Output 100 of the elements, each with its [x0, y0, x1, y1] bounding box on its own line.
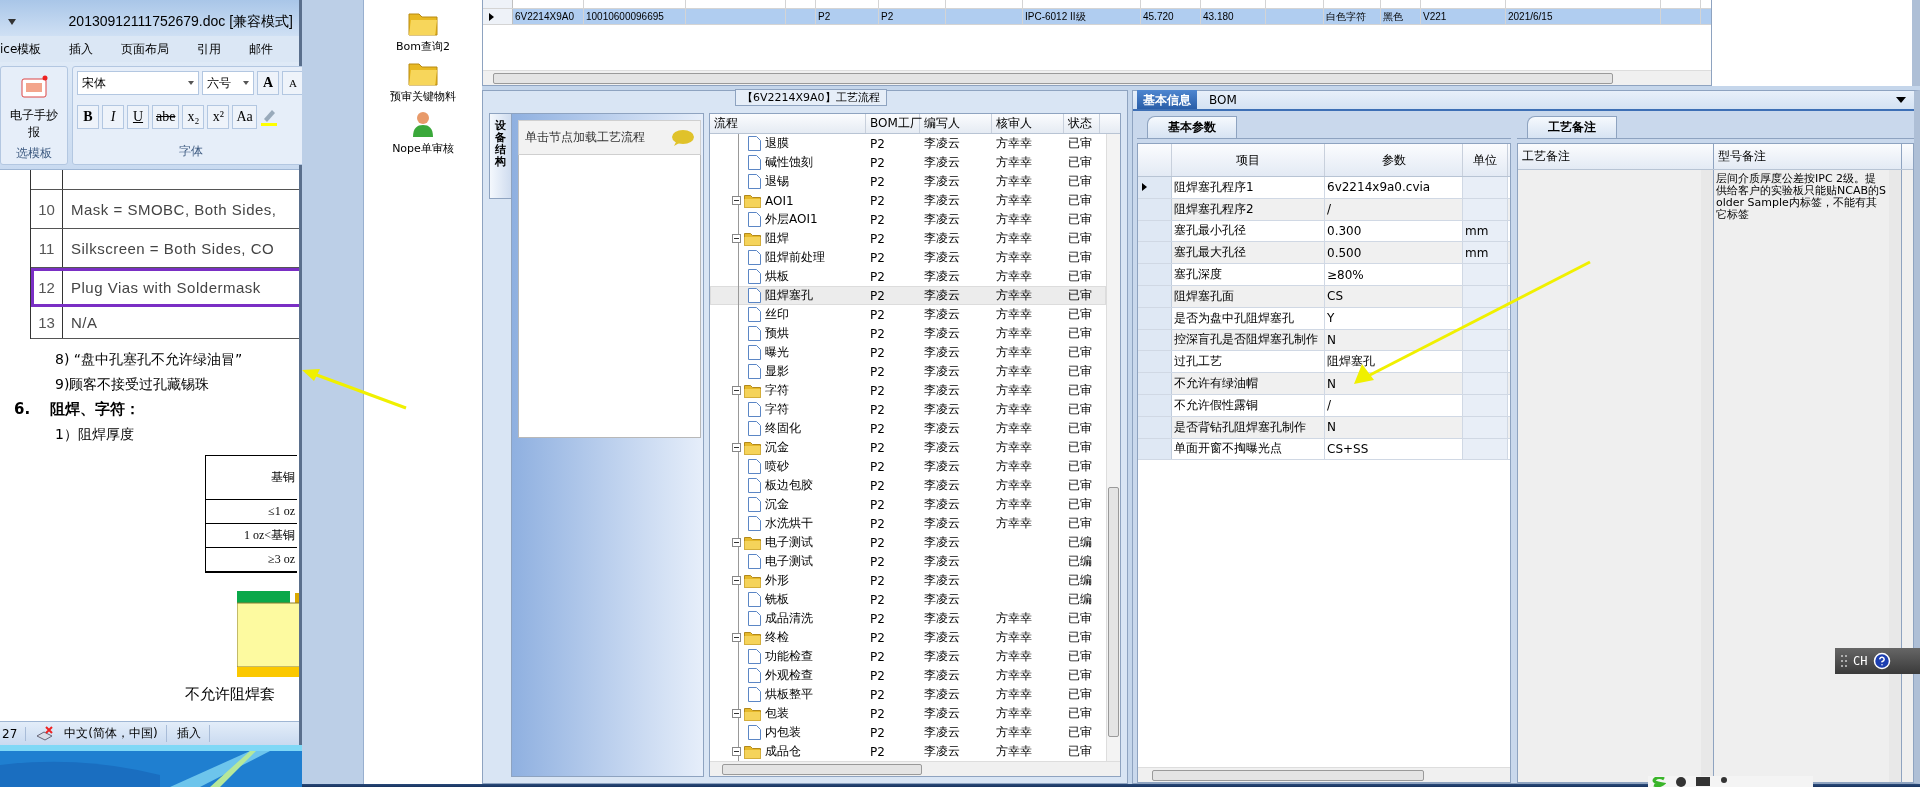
- row-header[interactable]: [1138, 177, 1172, 198]
- spellcheck-icon[interactable]: [36, 725, 55, 742]
- column-header[interactable]: BOM工厂: [866, 114, 920, 133]
- collapse-icon[interactable]: [732, 747, 741, 756]
- format-button[interactable]: x₂: [182, 105, 205, 129]
- format-button[interactable]: abe: [152, 105, 180, 129]
- collapse-icon[interactable]: [732, 633, 741, 642]
- format-button[interactable]: x²: [207, 105, 230, 129]
- tree-row[interactable]: 电子测试 P2 李凌云 已编: [710, 533, 1106, 552]
- font-name-field[interactable]: 宋体: [77, 71, 199, 95]
- tree-row[interactable]: 水洗烘干 P2 李凌云 方幸幸 已审: [710, 514, 1106, 533]
- tree-row[interactable]: 内包装 P2 李凌云 方幸幸 已审: [710, 723, 1106, 742]
- grid-row[interactable]: 6V2214X9A0 10010600096695 P2 P2 IPC-6012 II级 45.720 43.180 白色字符 黑色 V221 2021/6/15: [483, 9, 1711, 25]
- tree-row[interactable]: 板边包胶 P2 李凌云 方幸幸 已审: [710, 476, 1106, 495]
- collapse-icon[interactable]: [732, 443, 741, 452]
- table-cell-text: 方幸幸: [995, 363, 1033, 380]
- scrollbar[interactable]: [1889, 170, 1901, 782]
- tree-row[interactable]: 成品仓 P2 李凌云 方幸幸 已审: [710, 742, 1106, 761]
- tree-row[interactable]: 退膜 P2 李凌云 方幸幸 已审: [710, 134, 1106, 153]
- column-header[interactable]: 状态: [1064, 114, 1100, 133]
- help-icon[interactable]: [1873, 652, 1892, 670]
- tab[interactable]: 工艺备注: [1527, 116, 1617, 138]
- sidebar-item[interactable]: 预审关键物料: [390, 60, 456, 104]
- scrollbar[interactable]: [710, 761, 1120, 776]
- collapse-icon[interactable]: [732, 196, 741, 205]
- caret-icon[interactable]: [8, 19, 16, 25]
- circle-icon[interactable]: [1676, 776, 1686, 787]
- format-button[interactable]: B: [77, 105, 99, 129]
- format-button[interactable]: U: [127, 105, 149, 129]
- collapse-icon[interactable]: [732, 709, 741, 718]
- tree-row[interactable]: 曝光 P2 李凌云 方幸幸 已审: [710, 343, 1106, 362]
- tree-row[interactable]: 外形 P2 李凌云 已编: [710, 571, 1106, 590]
- table-cell-text: 李凌云: [923, 458, 961, 475]
- tree-row[interactable]: 阻焊塞孔 P2 李凌云 方幸幸 已审: [710, 286, 1106, 305]
- tree-row[interactable]: 沉金 P2 李凌云 方幸幸 已审: [710, 438, 1106, 457]
- tree-row[interactable]: 电子测试 P2 李凌云 已编: [710, 552, 1106, 571]
- tree-row[interactable]: 终检 P2 李凌云 方幸幸 已审: [710, 628, 1106, 647]
- format-button[interactable]: I: [102, 105, 124, 129]
- ribbon-tab[interactable]: 引用: [197, 40, 222, 58]
- tree-row[interactable]: 烘板 P2 李凌云 方幸幸 已审: [710, 267, 1106, 286]
- scrollbar[interactable]: [1138, 767, 1510, 782]
- scrollbar[interactable]: [1106, 134, 1120, 761]
- tree-row[interactable]: AOI1 P2 李凌云 方幸幸 已审: [710, 191, 1106, 210]
- highlight-icon[interactable]: [259, 107, 278, 127]
- shrink-font-button[interactable]: A: [282, 71, 304, 95]
- tree-row[interactable]: 终固化 P2 李凌云 方幸幸 已审: [710, 419, 1106, 438]
- scrollbar[interactable]: [483, 70, 1711, 85]
- collapse-icon[interactable]: [732, 538, 741, 547]
- sidebar-item[interactable]: Bom查询2: [396, 10, 450, 54]
- tree-row[interactable]: 喷砂 P2 李凌云 方幸幸 已审: [710, 457, 1106, 476]
- table-cell-text: 已审: [1067, 173, 1093, 190]
- column-header[interactable]: 项目: [1172, 144, 1325, 176]
- tree-row[interactable]: 预烘 P2 李凌云 方幸幸 已审: [710, 324, 1106, 343]
- ribbon-tab[interactable]: 插入: [69, 40, 94, 58]
- column-header[interactable]: 核审人: [992, 114, 1064, 133]
- dropdown-icon[interactable]: [1896, 97, 1906, 103]
- tab[interactable]: BOM: [1203, 90, 1243, 109]
- table-cell-text: P2: [869, 211, 886, 229]
- table-cell-text: P2: [869, 553, 886, 571]
- format-button[interactable]: Aa: [232, 105, 257, 129]
- language-indicator[interactable]: CH: [1853, 654, 1868, 668]
- tree-row[interactable]: 字符 P2 李凌云 方幸幸 已审: [710, 400, 1106, 419]
- column-header[interactable]: 型号备注: [1714, 144, 1902, 169]
- tree-row[interactable]: 外层AOI1 P2 李凌云 方幸幸 已审: [710, 210, 1106, 229]
- column-header[interactable]: 流程: [710, 114, 866, 133]
- row-number: 12: [31, 268, 63, 306]
- tree-row[interactable]: 铣板 P2 李凌云 已编: [710, 590, 1106, 609]
- tree-row[interactable]: 退锡 P2 李凌云 方幸幸 已审: [710, 172, 1106, 191]
- grip-icon[interactable]: [1841, 654, 1847, 668]
- tab[interactable]: 基本信息: [1137, 90, 1197, 109]
- tree-row[interactable]: 阻焊 P2 李凌云 方幸幸 已审: [710, 229, 1106, 248]
- tree-row[interactable]: 字符 P2 李凌云 方幸幸 已审: [710, 381, 1106, 400]
- tree-row[interactable]: 碱性蚀刻 P2 李凌云 方幸幸 已审: [710, 153, 1106, 172]
- column-header[interactable]: 参数: [1325, 144, 1463, 176]
- collapse-icon[interactable]: [732, 234, 741, 243]
- tree-row[interactable]: 成品清洗 P2 李凌云 方幸幸 已审: [710, 609, 1106, 628]
- ribbon-tab[interactable]: 页面布局: [121, 40, 170, 58]
- tree-row[interactable]: 烘板整平 P2 李凌云 方幸幸 已审: [710, 685, 1106, 704]
- column-header[interactable]: 工艺备注: [1518, 144, 1714, 169]
- tab[interactable]: 基本参数: [1147, 116, 1237, 138]
- table-cell-text: 已审: [1067, 477, 1093, 494]
- table-cell-text: 已编: [1067, 553, 1093, 570]
- tree-row[interactable]: 显影 P2 李凌云 方幸幸 已审: [710, 362, 1106, 381]
- template-button[interactable]: 电子手抄报: [5, 71, 63, 145]
- font-size-field[interactable]: 六号: [202, 71, 254, 95]
- column-header[interactable]: 单位: [1463, 144, 1508, 176]
- tree-row[interactable]: 沉金 P2 李凌云 方幸幸 已审: [710, 495, 1106, 514]
- ribbon-tab[interactable]: 邮件: [249, 40, 274, 58]
- tree-row[interactable]: 外观检查 P2 李凌云 方幸幸 已审: [710, 666, 1106, 685]
- sidebar-item[interactable]: Nope单审核: [392, 110, 454, 156]
- ribbon-tab[interactable]: ice模板: [0, 40, 42, 58]
- tree-row[interactable]: 丝印 P2 李凌云 方幸幸 已审: [710, 305, 1106, 324]
- tree-row[interactable]: 阻焊前处理 P2 李凌云 方幸幸 已审: [710, 248, 1106, 267]
- grow-font-button[interactable]: A: [257, 71, 279, 95]
- tree-row[interactable]: 功能检查 P2 李凌云 方幸幸 已审: [710, 647, 1106, 666]
- tree-row[interactable]: 包装 P2 李凌云 方幸幸 已审: [710, 704, 1106, 723]
- collapse-icon[interactable]: [732, 576, 741, 585]
- collapse-icon[interactable]: [732, 386, 741, 395]
- s-logo-icon[interactable]: [1652, 776, 1666, 787]
- side-tab[interactable]: 设备结构: [489, 113, 511, 199]
